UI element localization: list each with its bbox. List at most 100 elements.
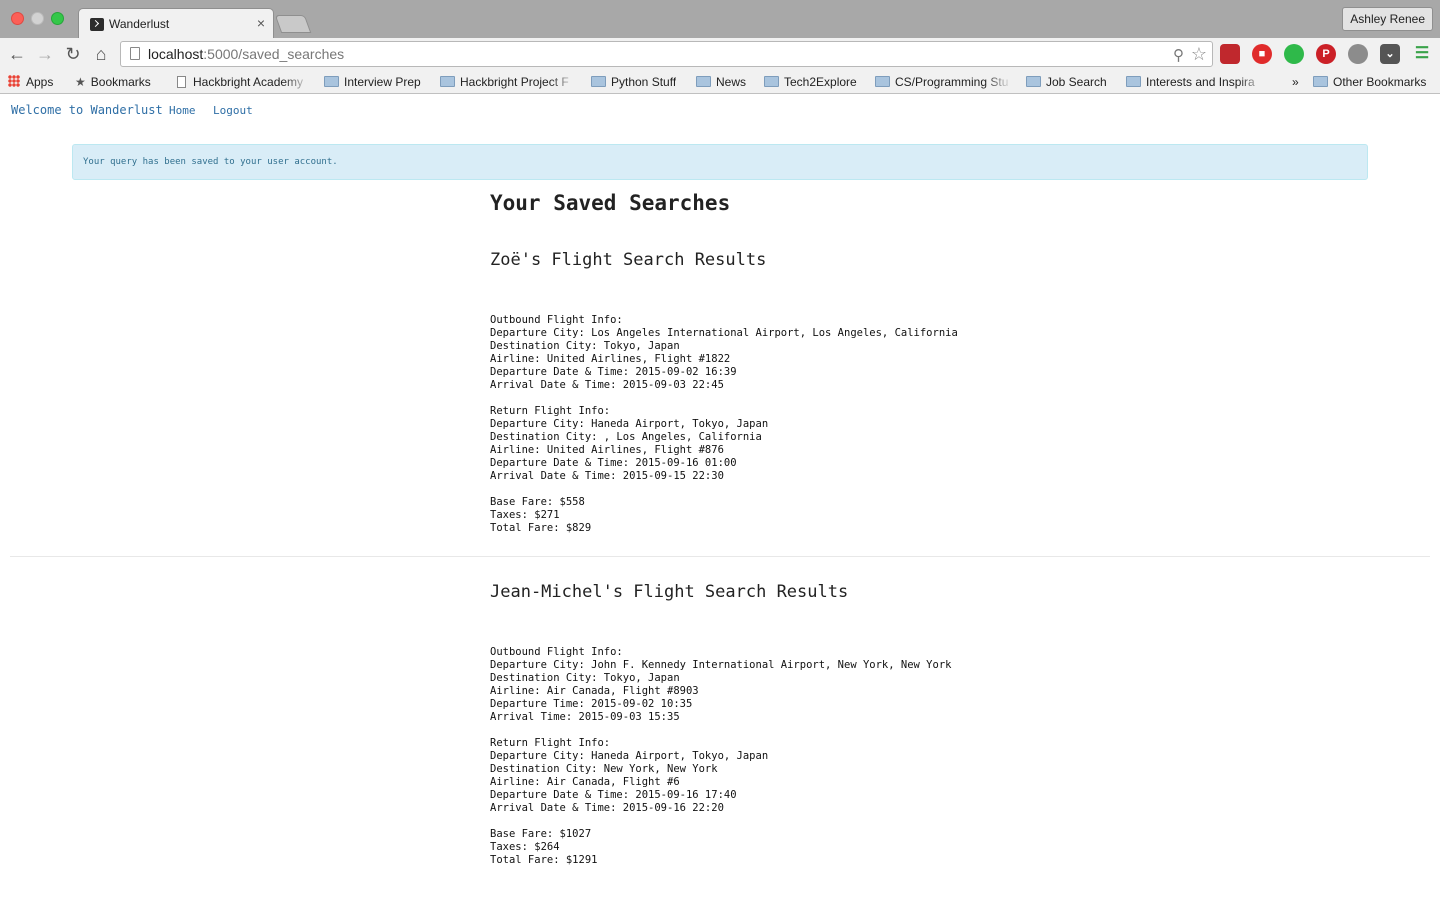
bookmarks-overflow-chevron[interactable]: »: [1292, 74, 1299, 90]
bookmark-interests-inspiration[interactable]: Interests and Inspira: [1126, 74, 1266, 90]
outbound-destination-city: Destination City: Tokyo, Japan: [490, 672, 680, 684]
outbound-airline: Airline: United Airlines, Flight #1822: [490, 353, 731, 365]
folder-icon: [875, 76, 890, 87]
menu-hamburger-icon[interactable]: ☰: [1412, 44, 1432, 64]
extension-sofa-icon[interactable]: [1220, 44, 1240, 64]
extension-pinterest-icon[interactable]: P: [1316, 44, 1336, 64]
search-result-2: Jean-Michel's Flight Search Results Outb…: [490, 582, 1190, 866]
profile-button[interactable]: Ashley Renee: [1342, 7, 1433, 31]
base-fare: Base Fare: $558: [490, 496, 585, 508]
folder-icon: [764, 76, 779, 87]
bookmarks-bar: Apps ★ Bookmarks Hackbright Academy Inter…: [0, 70, 1440, 94]
page-content: Welcome to Wanderlust Home Logout Your q…: [0, 95, 1440, 900]
apps-icon: [8, 75, 20, 87]
folder-icon: [1026, 76, 1041, 87]
bookmark-bookmarks[interactable]: ★ Bookmarks: [75, 74, 151, 90]
base-fare: Base Fare: $1027: [490, 828, 592, 840]
outbound-label: Outbound Flight Info:: [490, 314, 623, 326]
reload-icon[interactable]: ↻: [62, 43, 84, 65]
result-heading: Jean-Michel's Flight Search Results: [490, 582, 849, 602]
outbound-arrival-time: Arrival Date & Time: 2015-09-03 22:45: [490, 379, 724, 391]
tab-close-icon[interactable]: ×: [257, 15, 265, 31]
total-fare: Total Fare: $829: [490, 522, 592, 534]
back-arrow-icon[interactable]: ←: [6, 43, 28, 65]
bookmark-hackbright-academy[interactable]: Hackbright Academy: [177, 74, 310, 90]
bookmark-apps[interactable]: Apps: [8, 74, 53, 90]
return-airline: Airline: Air Canada, Flight #6: [490, 776, 680, 788]
brand-link[interactable]: Welcome to Wanderlust: [11, 103, 163, 117]
folder-icon: [324, 76, 339, 87]
return-departure-time: Departure Date & Time: 2015-09-16 01:00: [490, 457, 737, 469]
nav-logout-link[interactable]: Logout: [213, 104, 253, 117]
return-destination-city: Destination City: , Los Angeles, Califor…: [490, 431, 762, 443]
minimize-window-button[interactable]: [31, 12, 44, 25]
url-text[interactable]: localhost:5000/saved_searches: [148, 46, 344, 62]
return-flight-info: Return Flight Info: Departure City: Hane…: [490, 405, 768, 483]
bookmark-news[interactable]: News: [696, 74, 746, 90]
tab-title: Wanderlust: [109, 17, 170, 31]
close-window-button[interactable]: [11, 12, 24, 25]
return-departure-time: Departure Date & Time: 2015-09-16 17:40: [490, 789, 737, 801]
outbound-departure-city: Departure City: Los Angeles Internationa…: [490, 327, 958, 339]
total-fare: Total Fare: $1291: [490, 854, 598, 866]
return-label: Return Flight Info:: [490, 737, 611, 749]
return-departure-city: Departure City: Haneda Airport, Tokyo, J…: [490, 750, 769, 762]
return-arrival-time: Arrival Date & Time: 2015-09-15 22:30: [490, 470, 724, 482]
taxes: Taxes: $264: [490, 841, 560, 853]
zoom-icon[interactable]: ⚲: [1173, 46, 1184, 64]
address-bar[interactable]: localhost:5000/saved_searches ⚲ ☆: [120, 41, 1213, 67]
page-icon: [130, 47, 140, 60]
fare-info: Base Fare: $1027 Taxes: $264 Total Fare:…: [490, 828, 597, 867]
bookmark-python-stuff[interactable]: Python Stuff: [591, 74, 676, 90]
forward-arrow-icon[interactable]: →: [34, 43, 56, 65]
search-result-1: Zoë's Flight Search Results Outbound Fli…: [490, 250, 1190, 534]
page-icon: [177, 76, 186, 88]
bookmark-tech2explore[interactable]: Tech2Explore: [764, 74, 857, 90]
outbound-airline: Airline: Air Canada, Flight #8903: [490, 685, 699, 697]
window-titlebar: Wanderlust × Ashley Renee: [0, 0, 1440, 38]
outbound-flight-info: Outbound Flight Info: Departure City: Lo…: [490, 314, 958, 392]
return-departure-city: Departure City: Haneda Airport, Tokyo, J…: [490, 418, 769, 430]
bookmark-star-icon[interactable]: ☆: [1191, 44, 1207, 65]
return-destination-city: Destination City: New York, New York: [490, 763, 718, 775]
url-host: localhost: [148, 46, 204, 62]
extension-pocket-icon[interactable]: ⌄: [1380, 44, 1400, 64]
return-flight-info: Return Flight Info: Departure City: Hane…: [490, 737, 768, 815]
bookmark-cs-programming[interactable]: CS/Programming Stu: [875, 74, 1012, 90]
return-arrival-time: Arrival Date & Time: 2015-09-16 22:20: [490, 802, 724, 814]
bookmark-job-search[interactable]: Job Search: [1026, 74, 1107, 90]
return-airline: Airline: United Airlines, Flight #876: [490, 444, 724, 456]
folder-icon: [440, 76, 455, 87]
page-title: Your Saved Searches: [490, 191, 731, 215]
folder-icon: [1313, 76, 1328, 87]
result-heading: Zoë's Flight Search Results: [490, 250, 767, 270]
outbound-flight-info: Outbound Flight Info: Departure City: Jo…: [490, 646, 951, 724]
outbound-arrival-time: Arrival Time: 2015-09-03 15:35: [490, 711, 680, 723]
outbound-departure-time: Departure Time: 2015-09-02 10:35: [490, 698, 693, 710]
url-path: :5000/saved_searches: [203, 46, 345, 62]
bookmark-interview-prep[interactable]: Interview Prep: [324, 74, 421, 90]
folder-icon: [696, 76, 711, 87]
extension-film-icon[interactable]: [1348, 44, 1368, 64]
fare-info: Base Fare: $558 Taxes: $271 Total Fare: …: [490, 496, 591, 535]
bookmark-hackbright-project[interactable]: Hackbright Project F: [440, 74, 577, 90]
maximize-window-button[interactable]: [51, 12, 64, 25]
terminal-favicon-icon: [90, 18, 104, 31]
star-icon: ★: [75, 75, 86, 89]
extension-stop-icon[interactable]: ■: [1252, 44, 1272, 64]
results-divider: [10, 556, 1430, 557]
flash-alert: Your query has been saved to your user a…: [72, 144, 1368, 180]
outbound-departure-city: Departure City: John F. Kennedy Internat…: [490, 659, 952, 671]
home-icon[interactable]: ⌂: [90, 43, 112, 65]
bookmark-other-bookmarks[interactable]: Other Bookmarks: [1313, 74, 1426, 90]
extension-evernote-icon[interactable]: [1284, 44, 1304, 64]
browser-tab-active[interactable]: Wanderlust ×: [78, 8, 274, 38]
new-tab-button[interactable]: [274, 15, 312, 33]
folder-icon: [591, 76, 606, 87]
outbound-destination-city: Destination City: Tokyo, Japan: [490, 340, 680, 352]
folder-icon: [1126, 76, 1141, 87]
nav-home-link[interactable]: Home: [169, 104, 196, 117]
outbound-label: Outbound Flight Info:: [490, 646, 623, 658]
taxes: Taxes: $271: [490, 509, 560, 521]
return-label: Return Flight Info:: [490, 405, 611, 417]
